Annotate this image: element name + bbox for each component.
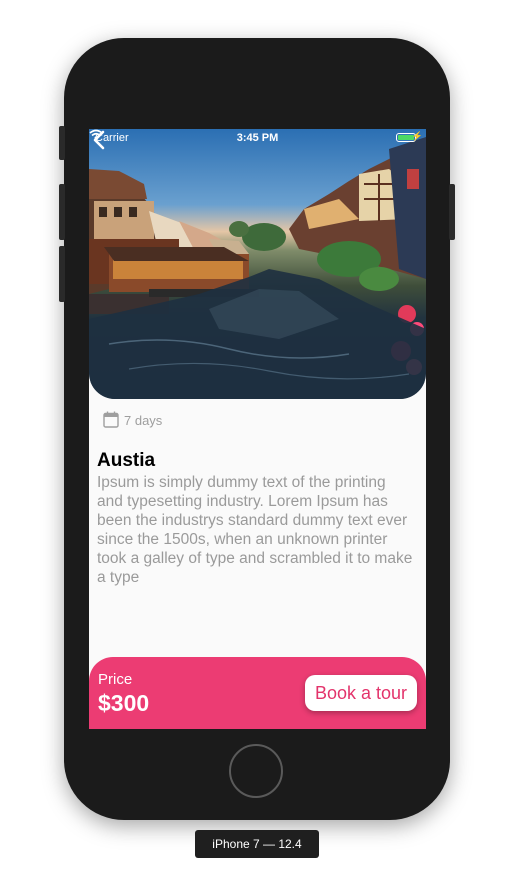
mute-switch: [59, 126, 65, 160]
app-screen: Carrier 3:45 PM ⚡ 7 days Austia Ipsum is…: [89, 129, 426, 729]
price-label: Price: [98, 671, 133, 688]
volume-down-button: [59, 246, 65, 302]
place-description: Ipsum is simply dummy text of the printi…: [97, 474, 413, 586]
device-label: iPhone 7 — 12.4: [195, 830, 319, 858]
hero-image: Carrier 3:45 PM ⚡: [89, 129, 426, 399]
calendar-icon: [103, 411, 119, 428]
volume-up-button: [59, 184, 65, 240]
home-button[interactable]: [229, 744, 283, 798]
book-tour-button[interactable]: Book a tour: [305, 675, 417, 711]
charging-bolt-icon: ⚡: [411, 131, 423, 141]
status-time: 3:45 PM: [236, 132, 279, 144]
power-button: [449, 184, 455, 240]
status-bar: Carrier 3:45 PM ⚡: [89, 129, 426, 147]
back-chevron-icon[interactable]: [89, 129, 109, 151]
price-value: $300: [98, 690, 150, 716]
duration-text: 7 days: [124, 413, 163, 428]
place-title: Austia: [97, 450, 156, 471]
price-footer: Price $300 Book a tour: [89, 657, 426, 729]
